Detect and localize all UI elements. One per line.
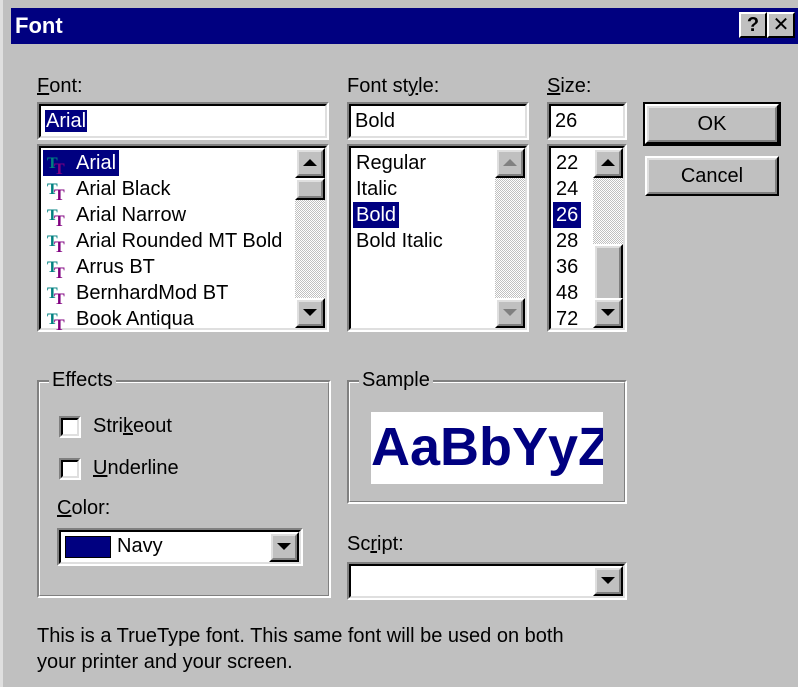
size-list-item[interactable]: 48 (553, 280, 581, 306)
size-list[interactable]: 22 24 26 28 36 48 72 (547, 144, 627, 332)
svg-text:T: T (54, 317, 65, 332)
style-list-item[interactable]: Bold Italic (353, 228, 446, 254)
font-scroll-down-button[interactable] (295, 298, 325, 328)
truetype-icon: TT (46, 308, 70, 332)
effects-legend: Effects (49, 368, 116, 392)
truetype-icon: TT (46, 230, 70, 254)
size-input[interactable]: 26 (547, 102, 627, 140)
color-dropdown-button[interactable] (269, 532, 299, 562)
font-name-input[interactable]: Arial (37, 102, 329, 140)
font-list-item-label: Arial (76, 152, 117, 174)
color-label: Color: (57, 497, 111, 519)
truetype-icon: TT (46, 282, 70, 306)
svg-text:T: T (54, 239, 65, 254)
size-list-item[interactable]: 72 (553, 306, 581, 330)
arrow-up-icon (601, 159, 615, 166)
sample-preview: AaBbYyZz (371, 412, 603, 484)
close-icon: ✕ (772, 14, 790, 36)
sample-legend: Sample (359, 368, 433, 392)
size-scroll-down-button[interactable] (593, 298, 623, 328)
arrow-down-icon (503, 309, 517, 316)
font-list-item[interactable]: T T Arial Black (43, 176, 173, 202)
strikeout-checkbox[interactable] (59, 416, 81, 438)
effects-group: Effects Strikeout Underline Color: Navy (37, 368, 331, 598)
size-label: Size: (547, 75, 592, 97)
font-label: Font: (37, 75, 83, 97)
style-scroll-down-button (495, 298, 525, 328)
script-dropdown-button[interactable] (593, 566, 623, 596)
size-list-item[interactable]: 28 (553, 228, 581, 254)
color-swatch (65, 536, 111, 558)
ok-button[interactable]: OK (643, 102, 781, 146)
truetype-icon: TT (46, 256, 70, 280)
font-list-item-label: Arial Narrow (76, 204, 187, 226)
svg-text:T: T (54, 265, 65, 280)
font-scroll-thumb[interactable] (295, 178, 325, 200)
arrow-up-icon (303, 159, 317, 166)
font-list-item[interactable]: T T Arrus BT (43, 254, 158, 280)
style-scroll-up-button (495, 148, 525, 178)
font-list-item[interactable]: T T Arial Narrow (43, 202, 189, 228)
font-list-item-label: Book Antiqua (76, 308, 194, 330)
chevron-down-icon (601, 577, 615, 584)
font-list-item-label: Arrus BT (76, 256, 155, 278)
help-button[interactable]: ? (739, 12, 767, 38)
info-line-1: This is a TrueType font. This same font … (37, 625, 564, 647)
font-name-value: Arial (45, 110, 88, 132)
color-dropdown[interactable]: Navy (57, 528, 303, 566)
font-list-item-label: Arial Black (76, 178, 171, 200)
font-style-label: Font style: (347, 75, 440, 97)
svg-text:T: T (54, 291, 65, 306)
font-dialog: Font ? ✕ Font: Arial T T Arial T T Arial Blac… (0, 0, 798, 687)
font-scroll-up-button[interactable] (295, 148, 325, 178)
cancel-button[interactable]: Cancel (645, 156, 779, 196)
svg-text:T: T (54, 161, 65, 176)
truetype-icon: TT (46, 204, 70, 228)
info-line-2: your printer and your screen. (37, 651, 293, 673)
script-dropdown[interactable] (347, 562, 627, 600)
font-list[interactable]: T T Arial T T Arial Black T T Arial Narrow T T Aria… (37, 144, 329, 332)
font-list-item[interactable]: T T Arial Rounded MT Bold (43, 228, 285, 254)
title-bar[interactable]: Font ? ✕ (11, 8, 798, 44)
size-value: 26 (555, 110, 578, 132)
font-list-item[interactable]: T T Book Antiqua (43, 306, 197, 332)
font-style-input[interactable]: Bold (347, 102, 529, 140)
arrow-up-icon (503, 159, 517, 166)
svg-text:T: T (54, 187, 65, 202)
font-list-item[interactable]: T T BernhardMod BT (43, 280, 231, 306)
underline-checkbox[interactable] (59, 458, 81, 480)
size-list-item[interactable]: 26 (553, 202, 582, 228)
font-list-item[interactable]: T T Arial (43, 150, 120, 176)
close-button[interactable]: ✕ (767, 12, 795, 38)
script-label: Script: (347, 533, 404, 555)
size-list-item[interactable]: 24 (553, 176, 581, 202)
chevron-down-icon (277, 543, 291, 550)
style-list-item[interactable]: Regular (353, 150, 429, 176)
size-list-scrollbar[interactable] (593, 148, 623, 328)
size-scroll-up-button[interactable] (593, 148, 623, 178)
style-list-item[interactable]: Italic (353, 176, 400, 202)
truetype-icon: TT (46, 152, 70, 176)
underline-label[interactable]: Underline (93, 456, 179, 480)
color-value: Navy (117, 535, 163, 557)
size-scroll-thumb[interactable] (593, 244, 623, 302)
size-list-item[interactable]: 22 (553, 150, 581, 176)
sample-text: AaBbYyZz (371, 417, 603, 477)
font-style-list[interactable]: Regular Italic Bold Bold Italic (347, 144, 529, 332)
truetype-icon: TT (46, 178, 70, 202)
font-list-item-label: BernhardMod BT (76, 282, 229, 304)
font-style-value: Bold (355, 110, 396, 132)
style-list-scrollbar (495, 148, 525, 328)
svg-text:T: T (54, 213, 65, 228)
strikeout-label[interactable]: Strikeout (93, 414, 172, 438)
arrow-down-icon (303, 309, 317, 316)
style-list-item[interactable]: Bold (353, 202, 400, 228)
sample-group: Sample AaBbYyZz (347, 368, 627, 504)
font-list-scrollbar[interactable] (295, 148, 325, 328)
size-list-item[interactable]: 36 (553, 254, 581, 280)
arrow-down-icon (601, 309, 615, 316)
font-list-item-label: Arial Rounded MT Bold (76, 230, 283, 252)
window-title: Font (15, 13, 63, 38)
